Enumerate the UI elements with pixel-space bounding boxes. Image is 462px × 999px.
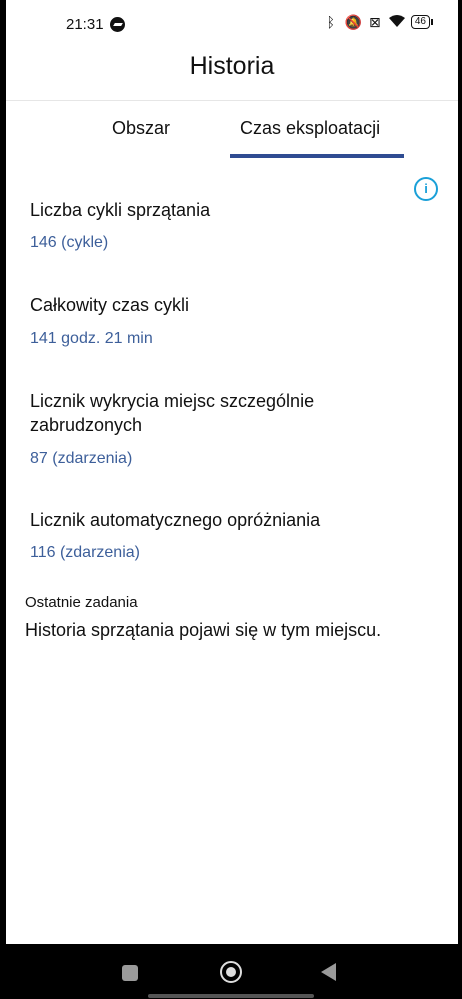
- stat-title: Liczba cykli sprzątania: [30, 200, 211, 220]
- app-screen: 21:31 ᛒ 🔕 ⊠ 46 Historia Obszar Czas eksp…: [6, 0, 458, 944]
- header-divider: [6, 100, 458, 101]
- back-button[interactable]: [321, 963, 336, 981]
- stat-value: 146 (cykle): [30, 234, 109, 251]
- stat-title: Licznik automatycznego opróżniania: [30, 510, 321, 530]
- stat-title: Całkowity czas cykli: [30, 295, 190, 315]
- stat-title: Licznik wykrycia miejsc szczególnie zabr…: [30, 391, 315, 435]
- bluetooth-icon: ᛒ: [326, 14, 336, 30]
- tab-area[interactable]: Obszar: [112, 118, 170, 139]
- recent-tasks-label: Ostatnie zadania: [25, 594, 138, 611]
- page-title: Historia: [189, 52, 275, 80]
- home-button[interactable]: [220, 961, 242, 983]
- gesture-bar: [148, 994, 314, 998]
- recents-button[interactable]: [122, 965, 138, 981]
- active-tab-indicator: [230, 154, 404, 158]
- stat-value: 116 (zdarzenia): [30, 544, 140, 561]
- stat-value: 141 godz. 21 min: [30, 330, 153, 347]
- system-navigation-bar: [0, 944, 462, 999]
- vibrate-off-icon: 🔕: [344, 14, 363, 30]
- stat-value: 87 (zdarzenia): [30, 450, 133, 467]
- sim-off-icon: ⊠: [369, 14, 381, 30]
- messenger-icon: [110, 17, 125, 32]
- recent-tasks-empty-text: Historia sprzątania pojawi się w tym mie…: [25, 620, 382, 640]
- status-bar: 21:31 ᛒ 🔕 ⊠ 46: [6, 0, 458, 48]
- tab-usage-time[interactable]: Czas eksploatacji: [240, 118, 380, 139]
- wifi-icon: [388, 14, 405, 30]
- status-icons: ᛒ 🔕 ⊠ 46: [323, 14, 434, 30]
- battery-icon: 46: [410, 15, 434, 29]
- status-time: 21:31: [66, 16, 104, 33]
